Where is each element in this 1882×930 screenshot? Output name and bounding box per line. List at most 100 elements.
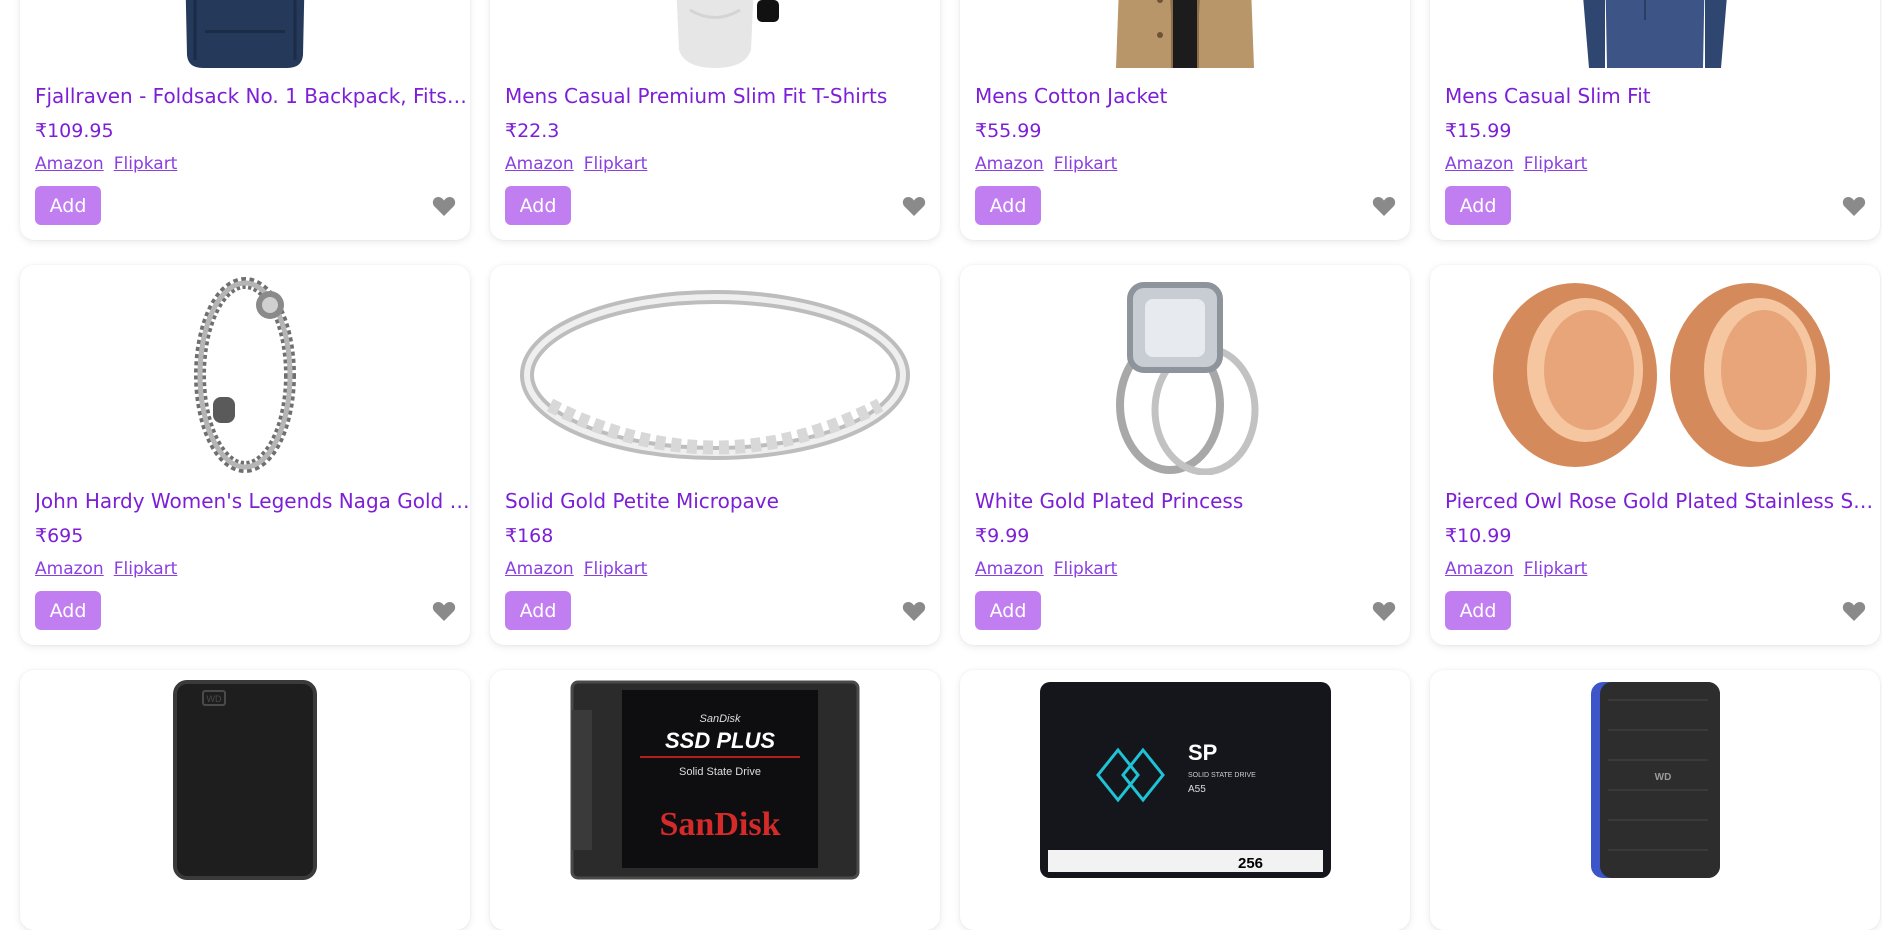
product-image [490, 275, 940, 475]
heart-icon[interactable] [1372, 600, 1396, 622]
sp-line-text: SOLID STATE DRIVE [1188, 772, 1256, 779]
amazon-link[interactable]: Amazon [975, 154, 1044, 174]
amazon-link[interactable]: Amazon [505, 559, 574, 579]
product-card: WD [1430, 670, 1880, 930]
product-title[interactable]: White Gold Plated Princess [975, 489, 1410, 513]
flipkart-link[interactable]: Flipkart [1054, 154, 1118, 174]
product-title[interactable]: Pierced Owl Rose Gold Plated Stainless S… [1445, 489, 1880, 513]
ring-band-image [520, 290, 910, 460]
product-title[interactable]: Solid Gold Petite Micropave [505, 489, 940, 513]
amazon-link[interactable]: Amazon [1445, 559, 1514, 579]
ssd-plus-text: SSD PLUS [665, 728, 775, 753]
flipkart-link[interactable]: Flipkart [584, 154, 648, 174]
store-links: Amazon Flipkart [35, 558, 187, 580]
flipkart-link[interactable]: Flipkart [114, 154, 178, 174]
product-image [1430, 275, 1880, 475]
product-image [960, 275, 1410, 475]
product-price: ₹695 [35, 525, 84, 547]
store-links: Amazon Flipkart [505, 153, 657, 175]
ring-diamond-image [1116, 282, 1259, 475]
longsleeve-image [1583, 0, 1727, 68]
solid-state-text: Solid State Drive [679, 766, 761, 778]
product-card: Mens Cotton Jacket ₹55.99 Amazon Flipkart… [960, 0, 1410, 240]
add-button[interactable]: Add [1445, 591, 1511, 630]
amazon-link[interactable]: Amazon [35, 154, 104, 174]
flipkart-link[interactable]: Flipkart [584, 559, 648, 579]
hard-drive-wd-image: WD [173, 680, 317, 880]
product-grid: Fjallraven - Foldsack No. 1 Backpack, Fi… [0, 0, 1882, 930]
add-button[interactable]: Add [505, 186, 571, 225]
bracelet-image [194, 277, 296, 473]
amazon-link[interactable]: Amazon [505, 154, 574, 174]
product-card: John Hardy Women's Legends Naga Gold & S… [20, 265, 470, 645]
amazon-link[interactable]: Amazon [1445, 154, 1514, 174]
wd-blue-logo-text: WD [1654, 772, 1671, 783]
heart-icon[interactable] [902, 600, 926, 622]
add-button[interactable]: Add [35, 186, 101, 225]
product-title[interactable]: Mens Cotton Jacket [975, 84, 1410, 108]
product-card: Mens Casual Premium Slim Fit T-Shirts ₹2… [490, 0, 940, 240]
flipkart-link[interactable]: Flipkart [1524, 559, 1588, 579]
heart-icon[interactable] [432, 600, 456, 622]
heart-icon[interactable] [432, 195, 456, 217]
product-image [490, 0, 940, 70]
heart-icon[interactable] [1842, 195, 1866, 217]
heart-icon[interactable] [1372, 195, 1396, 217]
jacket-image [1116, 0, 1254, 68]
wd-logo-text: WD [207, 694, 222, 704]
product-title[interactable]: Fjallraven - Foldsack No. 1 Backpack, Fi… [35, 84, 470, 108]
heart-icon[interactable] [1842, 600, 1866, 622]
sandisk-small-text: SanDisk [700, 713, 741, 725]
amazon-link[interactable]: Amazon [975, 559, 1044, 579]
product-image: SP SOLID STATE DRIVE A55 256 [960, 680, 1410, 880]
product-price: ₹168 [505, 525, 554, 547]
sp-logo-text: SP [1188, 740, 1217, 765]
store-links: Amazon Flipkart [975, 558, 1127, 580]
add-button[interactable]: Add [35, 591, 101, 630]
product-image: WD [20, 680, 470, 880]
flipkart-link[interactable]: Flipkart [1054, 559, 1118, 579]
product-title[interactable]: John Hardy Women's Legends Naga Gold & S… [35, 489, 470, 513]
hard-drive-wd-blue-image: WD [1590, 682, 1720, 878]
product-image [20, 0, 470, 70]
add-button[interactable]: Add [505, 591, 571, 630]
sp-model-text: A55 [1188, 784, 1206, 795]
product-title[interactable]: Mens Casual Premium Slim Fit T-Shirts [505, 84, 940, 108]
product-price: ₹10.99 [1445, 525, 1512, 547]
ssd-sp-image: SP SOLID STATE DRIVE A55 256 [1039, 682, 1331, 878]
product-price: ₹15.99 [1445, 120, 1512, 142]
ssd-sandisk-image: SanDisk SSD PLUS Solid State Drive SanDi… [570, 680, 860, 880]
store-links: Amazon Flipkart [505, 558, 657, 580]
amazon-link[interactable]: Amazon [35, 559, 104, 579]
product-price: ₹9.99 [975, 525, 1030, 547]
product-image: WD [1430, 680, 1880, 880]
sp-capacity-text: 256 [1238, 855, 1263, 872]
product-image [20, 275, 470, 475]
product-card: SP SOLID STATE DRIVE A55 256 [960, 670, 1410, 930]
product-card: Solid Gold Petite Micropave ₹168 Amazon F… [490, 265, 940, 645]
add-button[interactable]: Add [975, 186, 1041, 225]
product-image [960, 0, 1410, 70]
product-image [1430, 0, 1880, 70]
add-button[interactable]: Add [975, 591, 1041, 630]
product-card: Mens Casual Slim Fit ₹15.99 Amazon Flipka… [1430, 0, 1880, 240]
product-card: Pierced Owl Rose Gold Plated Stainless S… [1430, 265, 1880, 645]
backpack-image [185, 0, 305, 68]
tshirt-image [676, 0, 779, 68]
flipkart-link[interactable]: Flipkart [1524, 154, 1588, 174]
product-title[interactable]: Mens Casual Slim Fit [1445, 84, 1880, 108]
plugs-image [1493, 283, 1830, 467]
store-links: Amazon Flipkart [1445, 558, 1597, 580]
product-price: ₹22.3 [505, 120, 560, 142]
product-price: ₹55.99 [975, 120, 1042, 142]
add-button[interactable]: Add [1445, 186, 1511, 225]
product-card: WD [20, 670, 470, 930]
product-card: Fjallraven - Foldsack No. 1 Backpack, Fi… [20, 0, 470, 240]
store-links: Amazon Flipkart [975, 153, 1127, 175]
flipkart-link[interactable]: Flipkart [114, 559, 178, 579]
product-card: SanDisk SSD PLUS Solid State Drive SanDi… [490, 670, 940, 930]
product-price: ₹109.95 [35, 120, 114, 142]
heart-icon[interactable] [902, 195, 926, 217]
sandisk-brand-text: SanDisk [660, 806, 781, 843]
store-links: Amazon Flipkart [1445, 153, 1597, 175]
